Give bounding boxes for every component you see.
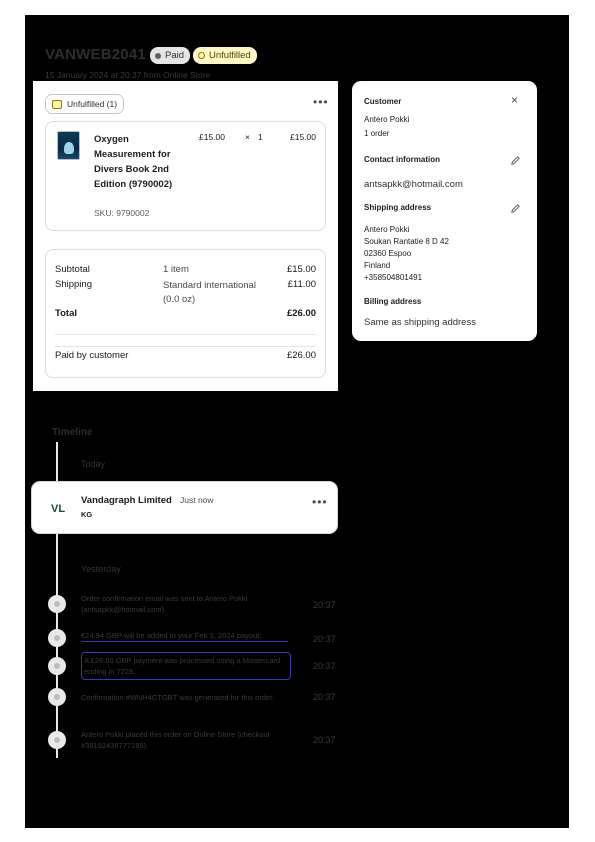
comment-more-actions-button[interactable]: •••	[312, 495, 328, 509]
timeline-event-dot-icon	[48, 657, 66, 675]
shipping-method: Standard international (0.0 oz)	[163, 280, 256, 305]
billing-address-value: Same as shipping address	[364, 317, 476, 328]
timeline-event-dot-icon	[48, 688, 66, 706]
quantity: 1	[258, 132, 263, 142]
order-title: VANWEB2041	[45, 46, 146, 63]
fulfillment-status-chip[interactable]: Unfulfilled (1)	[45, 94, 125, 114]
timeline-event-text: Antero Pokki placed this order on Online…	[81, 730, 270, 750]
order-more-actions-button[interactable]: •••	[313, 95, 329, 109]
timeline-event-time: 20:37	[313, 661, 336, 671]
paid-by-customer-label: Paid by customer	[55, 350, 129, 361]
unfulfilled-ring-icon	[198, 52, 205, 59]
timeline-event-text: Confirmation #WNH4CTGBT was generated fo…	[81, 693, 275, 702]
order-details-panel: Unfulfilled (1) ••• Oxygen Measurement f…	[33, 81, 338, 391]
timeline-comment-card: VL Vandagraph Limited Just now KG •••	[31, 481, 338, 534]
timeline-event-text[interactable]: €24.94 GBP will be added to your Feb 1, …	[81, 630, 288, 642]
line-item: Oxygen Measurement for Divers Book 2nd E…	[45, 121, 326, 231]
timeline-event-time: 20:37	[313, 634, 336, 644]
total-value: £26.00	[286, 308, 316, 319]
unfulfilled-badge: Unfulfilled	[193, 47, 257, 64]
timeline-day-yesterday: Yesterday	[81, 564, 121, 574]
product-thumbnail[interactable]	[57, 131, 80, 160]
shipping-address: Antero Pokki Soukan Rantatie 8 D 42 0236…	[364, 224, 449, 284]
paid-badge-label: Paid	[165, 50, 185, 61]
address-line: Soukan Rantatie 8 D 42	[364, 237, 449, 246]
address-line: Antero Pokki	[364, 225, 410, 234]
order-subtitle: 15 January 2024 at 20:37 from Online Sto…	[45, 70, 211, 80]
timeline-event-time: 20:37	[313, 735, 336, 745]
product-title-link[interactable]: Oxygen Measurement for Divers Book 2nd E…	[94, 132, 186, 192]
total-label: Total	[55, 308, 77, 319]
address-line: +358504801491	[364, 273, 423, 282]
customer-heading: Customer	[364, 97, 402, 106]
customer-panel: Customer × Antero Pokki 1 order Contact …	[352, 81, 537, 341]
fulfillment-status-label: Unfulfilled (1)	[67, 99, 118, 109]
paid-by-customer-value: £26.00	[286, 350, 316, 361]
line-total: £15.00	[290, 132, 316, 142]
unit-price: £15.00	[199, 132, 225, 142]
summary-divider	[55, 334, 316, 335]
unfulfilled-badge-label: Unfulfilled	[209, 50, 251, 61]
subtotal-items: 1 item	[163, 264, 189, 275]
address-line: 02360 Espoo	[364, 249, 412, 258]
comment-author: Vandagraph Limited	[81, 495, 172, 506]
customer-email-link[interactable]: antsapkk@hotmail.com	[364, 179, 463, 190]
customer-name-link[interactable]: Antero Pokki	[364, 115, 409, 124]
edit-shipping-pencil-icon[interactable]	[510, 203, 521, 214]
address-line: Finland	[364, 261, 391, 270]
product-sku: SKU: 9790002	[94, 208, 150, 218]
summary-divider	[55, 346, 316, 347]
times-sign: ×	[245, 132, 250, 142]
timeline-event-time: 20:37	[313, 692, 336, 702]
shipping-address-heading: Shipping address	[364, 203, 432, 212]
subtotal-label: Subtotal	[55, 264, 90, 275]
contact-heading: Contact information	[364, 155, 440, 164]
paid-badge: Paid	[150, 47, 191, 64]
timeline-event-dot-icon	[48, 629, 66, 647]
timeline-event-dot-icon	[48, 731, 66, 749]
package-icon	[52, 99, 62, 109]
timeline-event-text: Order confirmation email was sent to Ant…	[81, 594, 248, 614]
close-icon[interactable]: ×	[511, 93, 518, 107]
shipping-label: Shipping	[55, 279, 92, 290]
avatar: VL	[51, 503, 66, 515]
subtotal-value: £15.00	[286, 264, 316, 275]
payment-summary: Subtotal 1 item £15.00 Shipping Standard…	[45, 249, 326, 378]
shipping-value: £11.00	[287, 279, 316, 290]
timeline-title: Timeline	[52, 427, 93, 438]
paid-dot-icon	[155, 52, 161, 59]
timeline-event-time: 20:37	[313, 600, 336, 610]
timeline-event-dot-icon	[48, 595, 66, 613]
timeline-day-today: Today	[81, 459, 106, 469]
edit-contact-pencil-icon[interactable]	[510, 155, 521, 166]
timeline-event-text[interactable]: A £26.00 GBP payment was processed using…	[81, 652, 291, 680]
comment-text: KG	[81, 510, 93, 519]
comment-time: Just now	[180, 495, 214, 505]
customer-orders-link[interactable]: 1 order	[364, 129, 389, 138]
billing-address-heading: Billing address	[364, 297, 422, 306]
